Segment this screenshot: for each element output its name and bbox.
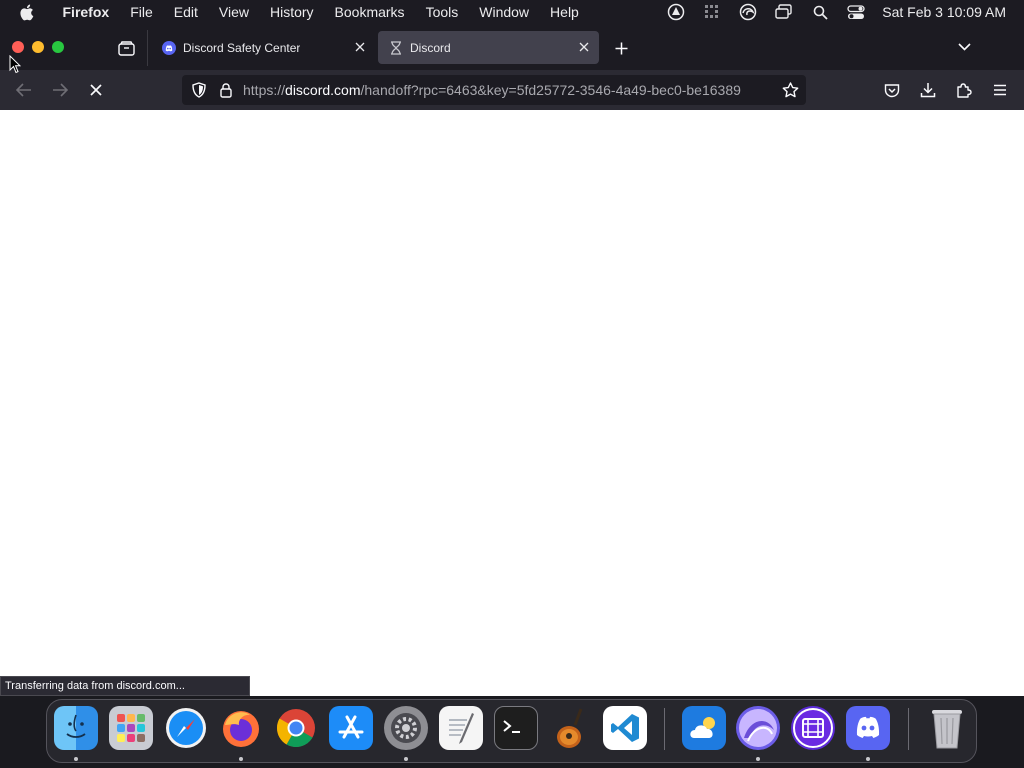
page-content[interactable] bbox=[0, 110, 1024, 696]
url-text[interactable]: https://discord.com/handoff?rpc=6463&key… bbox=[243, 81, 773, 99]
menu-edit[interactable]: Edit bbox=[163, 4, 208, 20]
menubar-clock[interactable]: Sat Feb 3 10:09 AM bbox=[874, 4, 1024, 20]
forward-button[interactable] bbox=[48, 78, 72, 102]
apple-icon[interactable] bbox=[0, 0, 52, 24]
close-icon[interactable] bbox=[353, 40, 367, 54]
trash-icon[interactable] bbox=[925, 706, 969, 750]
lock-icon[interactable] bbox=[217, 80, 235, 100]
menu-window[interactable]: Window bbox=[469, 4, 540, 20]
dock-separator bbox=[908, 708, 909, 750]
terminal-icon[interactable] bbox=[494, 706, 538, 750]
chrome-icon[interactable] bbox=[274, 706, 318, 750]
tab-separator bbox=[147, 30, 148, 66]
control-center-icon[interactable] bbox=[838, 0, 874, 24]
discord-dock-icon[interactable] bbox=[846, 706, 890, 750]
discord-icon bbox=[162, 40, 176, 55]
tab-discord[interactable]: Discord bbox=[378, 31, 599, 64]
menu-view[interactable]: View bbox=[208, 4, 259, 20]
menu-help[interactable]: Help bbox=[540, 4, 590, 20]
launchpad-icon[interactable] bbox=[109, 706, 153, 750]
pocket-icon[interactable] bbox=[880, 78, 904, 102]
window-zoom-button[interactable] bbox=[52, 41, 64, 53]
firefox-view-icon[interactable] bbox=[115, 37, 137, 59]
menu-app-name[interactable]: Firefox bbox=[52, 4, 120, 20]
window-close-button[interactable] bbox=[12, 41, 24, 53]
vscode-icon[interactable] bbox=[603, 706, 647, 750]
running-indicator bbox=[239, 757, 243, 761]
url-path: /handoff?rpc=6463&key=5fd25772-3546-4a49… bbox=[360, 82, 741, 98]
status-panel: Transferring data from discord.com... bbox=[0, 676, 250, 696]
extensions-puzzle-icon[interactable] bbox=[952, 78, 976, 102]
close-icon[interactable] bbox=[577, 40, 591, 54]
firefox-icon[interactable] bbox=[219, 706, 263, 750]
menu-file[interactable]: File bbox=[120, 4, 164, 20]
grid-icon[interactable] bbox=[694, 0, 730, 24]
tab-title: Discord Safety Center bbox=[183, 40, 301, 55]
hourglass-icon bbox=[389, 40, 403, 55]
url-scheme: https:// bbox=[243, 82, 286, 98]
system-settings-icon[interactable] bbox=[384, 706, 428, 750]
downloads-icon[interactable] bbox=[916, 78, 940, 102]
vpn-icon[interactable] bbox=[658, 0, 694, 24]
stop-loading-button[interactable] bbox=[84, 78, 108, 102]
tab-title: Discord bbox=[410, 40, 451, 55]
menu-bar: Firefox File Edit View History Bookmarks… bbox=[0, 0, 1024, 24]
menu-tools[interactable]: Tools bbox=[415, 4, 469, 20]
bookmark-star-icon[interactable] bbox=[779, 79, 801, 101]
tab-discord-safety-center[interactable]: Discord Safety Center bbox=[151, 31, 375, 64]
back-button[interactable] bbox=[12, 78, 36, 102]
menu-bookmarks[interactable]: Bookmarks bbox=[324, 4, 415, 20]
new-tab-button[interactable] bbox=[610, 37, 632, 59]
spotlight-search-icon[interactable] bbox=[802, 0, 838, 24]
list-all-tabs-button[interactable] bbox=[952, 36, 976, 58]
finder-icon[interactable] bbox=[54, 706, 98, 750]
mouse-pointer-icon bbox=[9, 54, 22, 79]
safari-icon[interactable] bbox=[164, 706, 208, 750]
menu-history[interactable]: History bbox=[259, 4, 324, 20]
running-indicator bbox=[866, 757, 870, 761]
tracking-protection-shield-icon[interactable] bbox=[189, 80, 209, 100]
edge-icon[interactable] bbox=[730, 0, 766, 24]
garageband-icon[interactable] bbox=[549, 706, 593, 750]
app-store-icon[interactable] bbox=[329, 706, 373, 750]
running-indicator bbox=[404, 757, 408, 761]
window-minimize-button[interactable] bbox=[32, 41, 44, 53]
loader-app-icon[interactable] bbox=[736, 706, 780, 750]
url-host: discord.com bbox=[285, 82, 361, 98]
running-indicator bbox=[756, 757, 760, 761]
film-app-icon[interactable] bbox=[791, 706, 835, 750]
dock-separator bbox=[664, 708, 665, 750]
hamburger-menu-icon[interactable] bbox=[988, 78, 1012, 102]
screens-icon[interactable] bbox=[766, 0, 802, 24]
weather-icon[interactable] bbox=[682, 706, 726, 750]
running-indicator bbox=[74, 757, 78, 761]
textedit-icon[interactable] bbox=[439, 706, 483, 750]
